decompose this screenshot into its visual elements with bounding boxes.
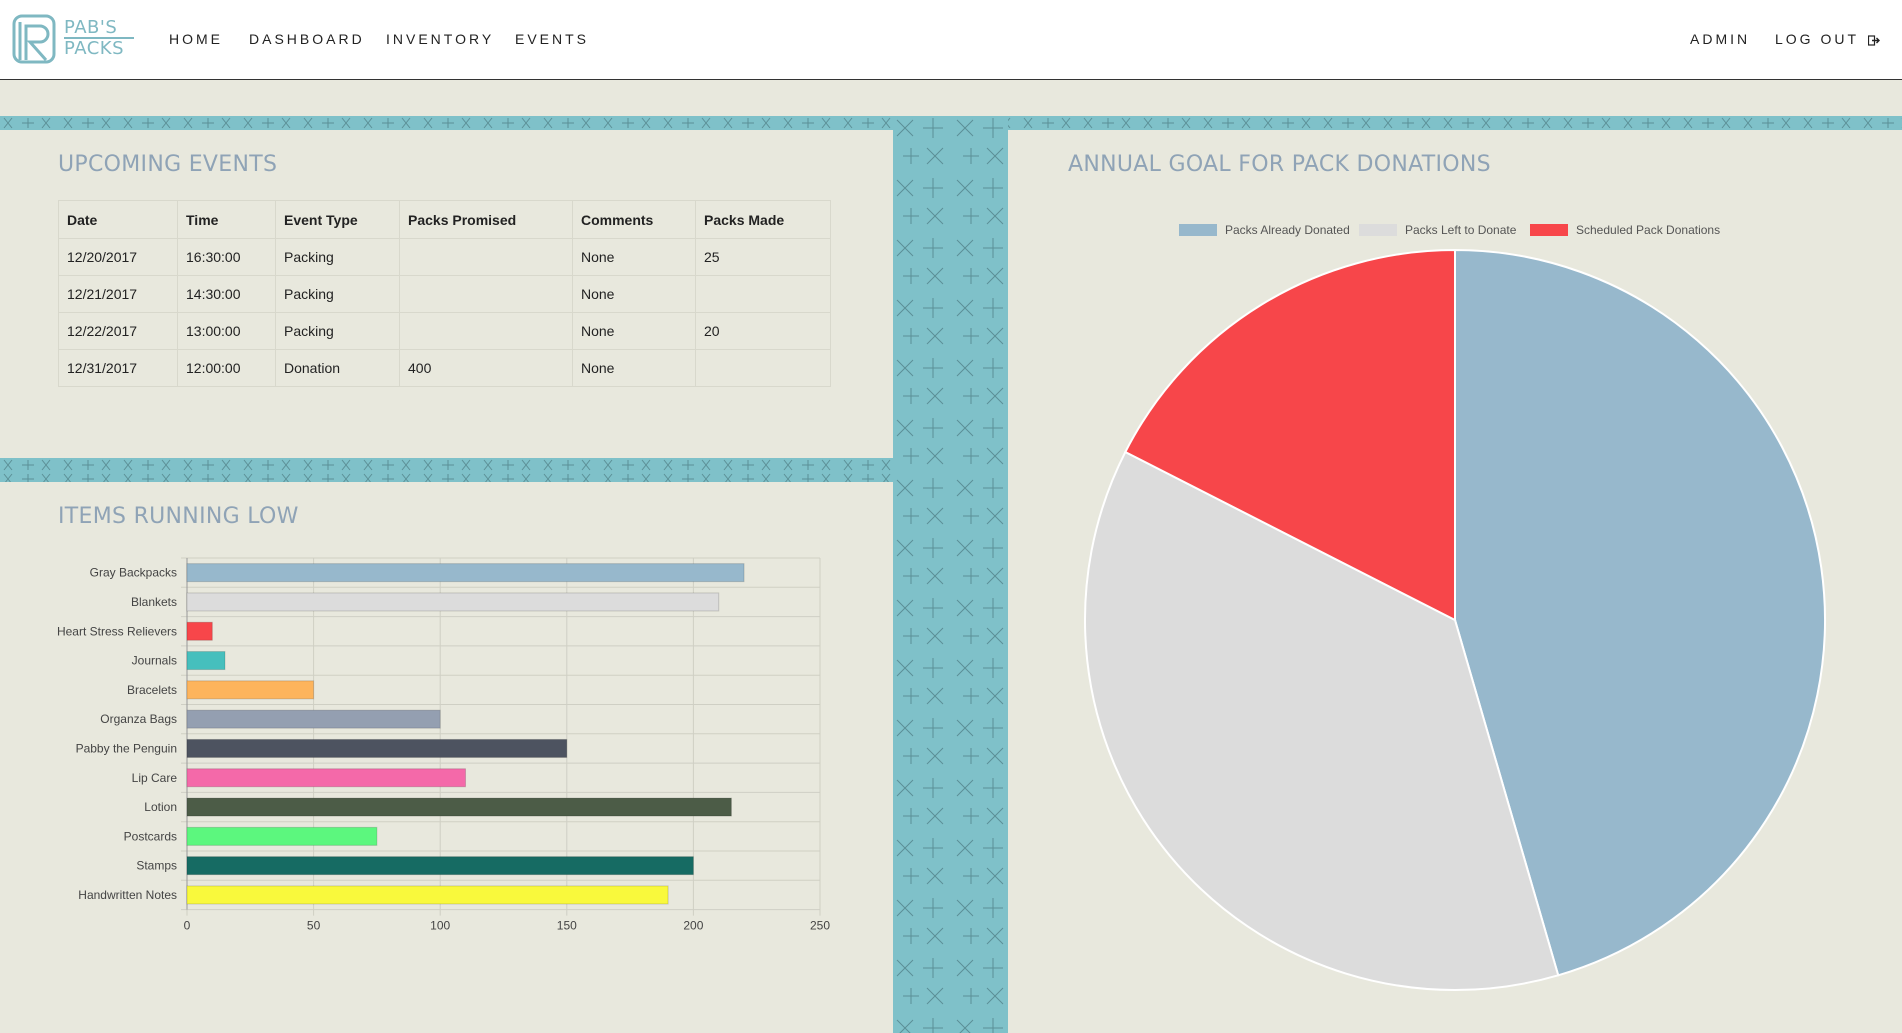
nav-dashboard[interactable]: DASHBOARD bbox=[249, 31, 365, 47]
bar-category-label: Lotion bbox=[144, 800, 177, 814]
x-tick-label: 250 bbox=[810, 919, 830, 933]
column-header: Date bbox=[58, 200, 178, 239]
bar[interactable] bbox=[186, 709, 441, 729]
bar-category-label: Organza Bags bbox=[100, 712, 177, 726]
cell-packs-promised bbox=[399, 312, 573, 350]
bar-category-label: Blankets bbox=[131, 595, 177, 609]
nav-inventory[interactable]: INVENTORY bbox=[386, 31, 494, 47]
cell-comments: None bbox=[572, 312, 696, 350]
nav-logout[interactable]: LOG OUT bbox=[1775, 31, 1880, 47]
bar-category-label: Postcards bbox=[124, 829, 177, 843]
table-row: 12/21/2017 14:30:00 Packing None bbox=[58, 275, 831, 313]
cell-packs-promised: 400 bbox=[399, 349, 573, 387]
bar[interactable] bbox=[186, 797, 732, 817]
cell-packs-promised bbox=[399, 238, 573, 276]
cell-packs-made: 20 bbox=[695, 312, 831, 350]
bar[interactable] bbox=[186, 651, 226, 671]
cell-date: 12/20/2017 bbox=[58, 238, 178, 276]
bar[interactable] bbox=[186, 563, 745, 583]
bar-category-label: Journals bbox=[132, 654, 177, 668]
items-running-low-title: ITEMS RUNNING LOW bbox=[58, 504, 299, 529]
logout-icon bbox=[1867, 35, 1880, 46]
donations-pie-chart: Packs Already Donated Packs Left to Donat… bbox=[1084, 223, 1826, 991]
bar-category-label: Pabby the Penguin bbox=[76, 741, 177, 755]
cell-time: 14:30:00 bbox=[177, 275, 276, 313]
bar-category-label: Gray Backpacks bbox=[90, 566, 177, 580]
x-tick-label: 150 bbox=[557, 919, 577, 933]
legend-label: Packs Left to Donate bbox=[1405, 223, 1517, 237]
bar[interactable] bbox=[186, 680, 315, 700]
bar[interactable] bbox=[186, 885, 669, 905]
cell-packs-made bbox=[695, 349, 831, 387]
cell-comments: None bbox=[572, 275, 696, 313]
table-row: 12/31/2017 12:00:00 Donation 400 None bbox=[58, 349, 831, 387]
annual-goal-title: ANNUAL GOAL FOR PACK DONATIONS bbox=[1068, 152, 1491, 177]
bar[interactable] bbox=[186, 592, 720, 612]
cell-event-type: Packing bbox=[275, 238, 400, 276]
cell-date: 12/31/2017 bbox=[58, 349, 178, 387]
legend-swatch bbox=[1359, 224, 1397, 236]
column-header: Comments bbox=[572, 200, 696, 239]
navbar: PAB'S PACKS HOME DASHBOARD INVENTORY EVE… bbox=[0, 0, 1902, 80]
bar-category-label: Bracelets bbox=[127, 683, 177, 697]
events-table: Date Time Event Type Packs Promised Comm… bbox=[58, 200, 831, 387]
bar[interactable] bbox=[186, 738, 568, 758]
bar[interactable] bbox=[186, 856, 694, 876]
logo[interactable]: PAB'S PACKS bbox=[12, 14, 134, 66]
cell-event-type: Packing bbox=[275, 312, 400, 350]
nav-home[interactable]: HOME bbox=[169, 31, 223, 47]
cell-packs-promised bbox=[399, 275, 573, 313]
x-tick-label: 0 bbox=[184, 919, 191, 933]
logo-text: PAB'S PACKS bbox=[64, 18, 134, 58]
bar[interactable] bbox=[186, 826, 378, 846]
x-tick-label: 200 bbox=[683, 919, 703, 933]
bar-category-label: Lip Care bbox=[132, 771, 178, 785]
table-row: 12/22/2017 13:00:00 Packing None 20 bbox=[58, 312, 831, 350]
column-header: Event Type bbox=[275, 200, 400, 239]
bar-category-label: Stamps bbox=[136, 859, 177, 873]
legend-swatch bbox=[1179, 224, 1217, 236]
nav-events[interactable]: EVENTS bbox=[515, 31, 589, 47]
x-tick-label: 50 bbox=[307, 919, 321, 933]
bar-category-label: Heart Stress Relievers bbox=[57, 624, 177, 638]
items-bar-chart: 0 50 100 150 200 250 Gray Backpacks Blankets Hea… bbox=[57, 557, 830, 933]
cell-comments: None bbox=[572, 349, 696, 387]
upcoming-events-title: UPCOMING EVENTS bbox=[58, 152, 278, 177]
legend-label: Packs Already Donated bbox=[1225, 223, 1350, 237]
cell-event-type: Donation bbox=[275, 349, 400, 387]
logo-mark-icon bbox=[12, 14, 56, 64]
cell-time: 16:30:00 bbox=[177, 238, 276, 276]
cell-time: 12:00:00 bbox=[177, 349, 276, 387]
events-table-header: Date Time Event Type Packs Promised Comm… bbox=[58, 200, 831, 239]
cell-time: 13:00:00 bbox=[177, 312, 276, 350]
legend-label: Scheduled Pack Donations bbox=[1576, 223, 1720, 237]
column-header: Packs Promised bbox=[399, 200, 573, 239]
cell-date: 12/22/2017 bbox=[58, 312, 178, 350]
table-row: 12/20/2017 16:30:00 Packing None 25 bbox=[58, 238, 831, 276]
bar-category-label: Handwritten Notes bbox=[78, 888, 177, 902]
logout-label: LOG OUT bbox=[1775, 31, 1859, 47]
cell-event-type: Packing bbox=[275, 275, 400, 313]
bar[interactable] bbox=[186, 768, 467, 788]
x-tick-label: 100 bbox=[430, 919, 450, 933]
decorative-stripe-vertical bbox=[893, 116, 1008, 1033]
column-header: Time bbox=[177, 200, 276, 239]
nav-admin[interactable]: ADMIN bbox=[1690, 31, 1750, 47]
bar[interactable] bbox=[186, 621, 213, 641]
cell-comments: None bbox=[572, 238, 696, 276]
cell-date: 12/21/2017 bbox=[58, 275, 178, 313]
cell-packs-made bbox=[695, 275, 831, 313]
cell-packs-made: 25 bbox=[695, 238, 831, 276]
legend-swatch bbox=[1530, 224, 1568, 236]
logo-line1: PAB'S bbox=[64, 18, 134, 39]
column-header: Packs Made bbox=[695, 200, 831, 239]
decorative-stripe-middle bbox=[0, 458, 900, 482]
logo-line2: PACKS bbox=[64, 38, 124, 59]
